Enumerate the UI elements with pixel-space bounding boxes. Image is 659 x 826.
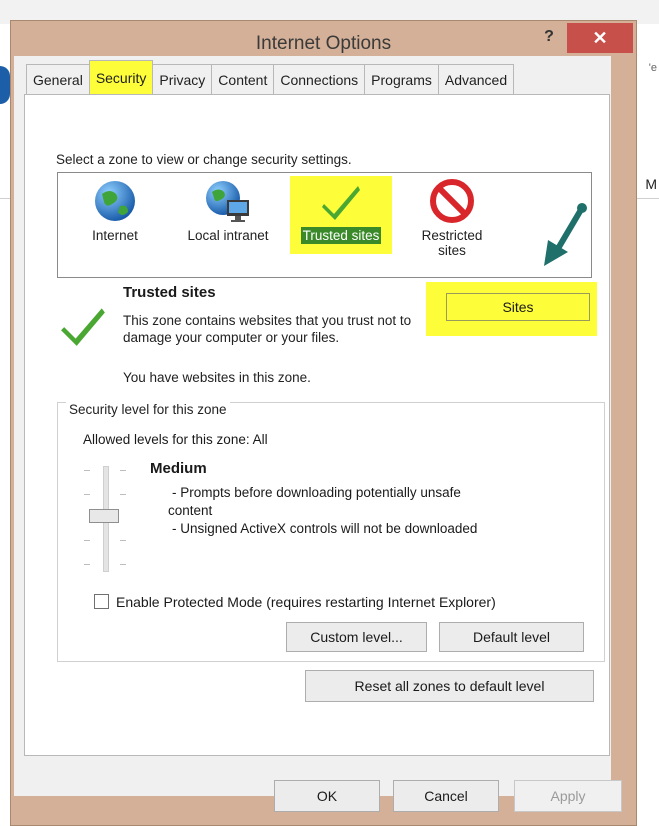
tab-content[interactable]: Content xyxy=(211,64,275,94)
slider-tick xyxy=(84,494,90,495)
default-level-button[interactable]: Default level xyxy=(439,622,584,652)
protected-mode-label[interactable]: Enable Protected Mode (requires restarti… xyxy=(116,594,496,610)
restricted-icon xyxy=(430,179,474,223)
zone-info-description: This zone contains websites that you tru… xyxy=(123,313,412,345)
cancel-button[interactable]: Cancel xyxy=(393,780,499,812)
ok-button[interactable]: OK xyxy=(274,780,380,812)
slider-tick xyxy=(120,470,126,471)
zone-prompt: Select a zone to view or change security… xyxy=(56,152,352,167)
tab-privacy[interactable]: Privacy xyxy=(152,64,213,94)
apply-button[interactable]: Apply xyxy=(514,780,622,812)
slider-tick xyxy=(120,540,126,541)
tab-connections[interactable]: Connections xyxy=(273,64,366,94)
close-button[interactable]: ✕ xyxy=(567,23,633,53)
zone-label: Trusted sites xyxy=(300,227,382,244)
tab-advanced[interactable]: Advanced xyxy=(437,64,515,94)
tab-security[interactable]: Security xyxy=(88,60,154,94)
background-text: 'e xyxy=(648,62,657,74)
background-app-logo xyxy=(0,66,10,104)
zone-label: Restricted xyxy=(421,228,483,243)
level-desc-line: - Prompts before downloading potentially… xyxy=(172,485,461,500)
background-text: M xyxy=(645,176,657,192)
protected-mode-checkbox[interactable] xyxy=(94,594,109,609)
checkmark-icon xyxy=(322,186,360,220)
intranet-icon xyxy=(206,181,249,222)
custom-level-button[interactable]: Custom level... xyxy=(286,622,427,652)
zone-label: Internet xyxy=(92,228,138,243)
zone-label: sites xyxy=(438,243,466,258)
security-level-legend: Security level for this zone xyxy=(66,402,230,417)
help-button[interactable]: ? xyxy=(537,25,561,49)
sites-button[interactable]: Sites xyxy=(446,293,590,321)
zone-trusted-sites[interactable]: Trusted sites xyxy=(290,178,392,244)
annotation-arrow-icon xyxy=(544,203,587,266)
level-desc-line: content xyxy=(168,503,213,518)
zone-restricted-sites[interactable]: Restricted sites xyxy=(408,178,496,258)
zone-info-status: You have websites in this zone. xyxy=(123,370,311,385)
zone-local-intranet[interactable]: Local intranet xyxy=(176,178,280,243)
security-level-slider-thumb[interactable] xyxy=(89,509,119,523)
security-level-description: - Prompts before downloading potentially… xyxy=(168,484,477,538)
zone-internet[interactable]: Internet xyxy=(80,178,150,243)
slider-tick xyxy=(84,564,90,565)
trusted-checkmark-icon xyxy=(61,308,105,346)
zone-info-title: Trusted sites xyxy=(123,284,216,301)
slider-tick xyxy=(84,540,90,541)
reset-all-zones-button[interactable]: Reset all zones to default level xyxy=(305,670,594,702)
slider-tick xyxy=(120,494,126,495)
slider-tick xyxy=(84,470,90,471)
globe-icon xyxy=(95,181,135,221)
tab-strip: General Security Privacy Content Connect… xyxy=(26,60,515,94)
zone-label: Local intranet xyxy=(187,228,269,243)
allowed-levels-label: Allowed levels for this zone: All xyxy=(83,432,268,447)
slider-tick xyxy=(120,564,126,565)
level-desc-line: - Unsigned ActiveX controls will not be … xyxy=(172,521,478,536)
tab-programs[interactable]: Programs xyxy=(364,64,439,94)
security-level-name: Medium xyxy=(150,460,207,477)
tab-general[interactable]: General xyxy=(26,64,90,94)
